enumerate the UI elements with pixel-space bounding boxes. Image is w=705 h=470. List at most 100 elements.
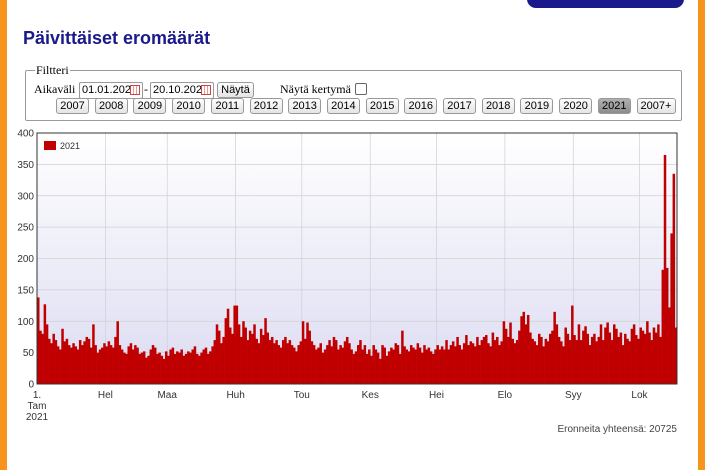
bar (445, 340, 448, 384)
bar (248, 330, 252, 384)
bar (599, 324, 603, 384)
y-tick-label: 300 (17, 191, 34, 202)
bar (67, 345, 71, 384)
bar (78, 340, 82, 384)
bar (398, 353, 402, 384)
bar (264, 318, 267, 384)
y-tick-label: 100 (17, 317, 34, 328)
bar (427, 347, 431, 384)
bar (613, 324, 616, 384)
bar (542, 346, 545, 384)
bar (160, 355, 164, 384)
bar (361, 349, 364, 384)
bar (511, 338, 514, 384)
bar (394, 343, 398, 384)
bar (107, 341, 111, 384)
bar (379, 358, 382, 384)
bar (531, 338, 534, 384)
bar (557, 336, 561, 384)
bar (628, 341, 631, 384)
x-tick-label: Tou (294, 390, 310, 401)
bar (407, 351, 411, 384)
bar (162, 358, 166, 384)
bar (575, 340, 578, 384)
bar (500, 341, 503, 384)
bar (515, 340, 519, 384)
bar (608, 332, 612, 384)
x-tick-label: Elo (498, 390, 513, 401)
bar (507, 336, 510, 384)
bar (235, 305, 239, 384)
bar (246, 340, 250, 384)
bar (158, 352, 161, 384)
bar (323, 349, 327, 384)
bar (562, 346, 565, 384)
x-tick-label: Hei (429, 390, 444, 401)
bar (103, 343, 106, 384)
bar (343, 341, 347, 384)
bar (416, 343, 420, 384)
bar (577, 324, 581, 384)
bar (326, 345, 329, 384)
bar (337, 349, 340, 384)
bar (447, 349, 450, 384)
total-count: Eronneita yhteensä: 20725 (557, 424, 677, 435)
bar (43, 304, 47, 384)
bar (244, 327, 247, 384)
bar (242, 321, 245, 384)
bar (487, 343, 490, 384)
bar (259, 328, 263, 384)
bar (293, 347, 296, 384)
bar (635, 335, 638, 384)
bar (432, 353, 435, 384)
bar (142, 351, 146, 384)
bar (253, 324, 256, 384)
y-tick-label: 350 (17, 160, 34, 171)
bar (626, 338, 629, 384)
page-frame: Päivittäiset eromäärät Filtteri Aikaväli… (7, 0, 698, 470)
x-axis: 1.Tam2021 Hel Maa Huh Tou Kes Hei Elo Syy Lok (26, 390, 649, 423)
bar (306, 322, 309, 384)
bar (588, 345, 592, 384)
bar (518, 330, 521, 384)
bar (549, 333, 552, 384)
bar (61, 328, 64, 384)
bar (317, 347, 320, 384)
bar (74, 346, 78, 384)
bar (454, 346, 457, 384)
x-tick-label: Hel (98, 390, 113, 401)
legend-swatch (44, 141, 56, 150)
bar (50, 343, 53, 384)
bar (403, 346, 406, 384)
bar (348, 343, 351, 384)
bar (118, 345, 122, 384)
bar (533, 341, 537, 384)
bar (45, 324, 49, 384)
bar (315, 349, 318, 384)
bar (52, 333, 55, 384)
bar (381, 345, 384, 384)
bar (615, 328, 618, 384)
bar (555, 324, 559, 384)
bar (198, 355, 201, 384)
bar (94, 345, 97, 384)
bar (601, 340, 605, 384)
bar (652, 327, 656, 384)
bar (498, 345, 501, 384)
bar (134, 345, 137, 384)
bar (182, 355, 186, 384)
bar (595, 341, 598, 384)
bar (184, 353, 188, 384)
y-tick-label: 200 (17, 254, 34, 265)
bar (354, 351, 358, 384)
bar (544, 338, 548, 384)
bar (222, 336, 225, 384)
bar (310, 341, 314, 384)
bar (70, 347, 73, 384)
bar (387, 351, 391, 384)
bar (460, 349, 464, 384)
bar (39, 330, 42, 384)
legend-label: 2021 (60, 141, 80, 151)
bar (443, 349, 446, 384)
bar (178, 352, 181, 384)
